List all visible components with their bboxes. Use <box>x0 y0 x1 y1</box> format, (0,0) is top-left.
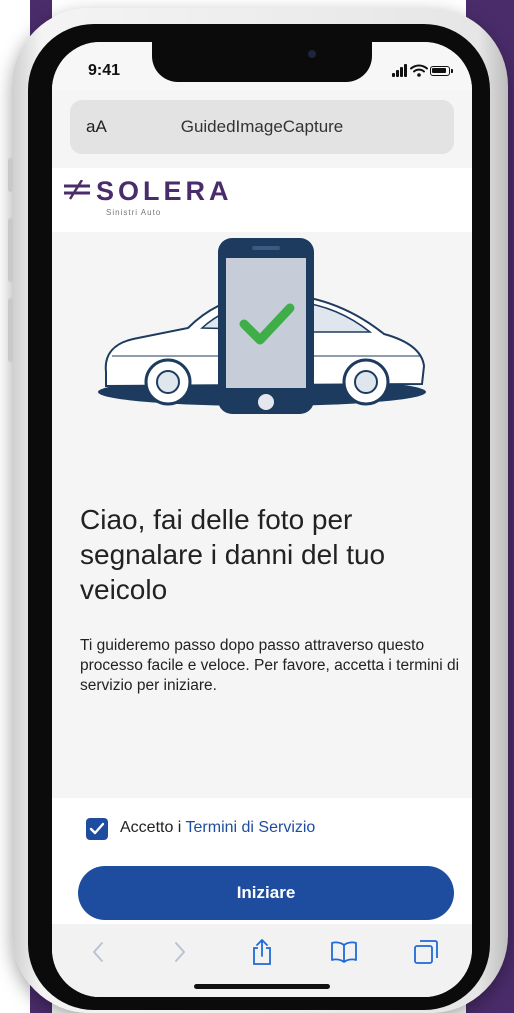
status-time: 9:41 <box>88 62 121 79</box>
checkmark-icon <box>89 822 105 835</box>
side-button <box>8 158 13 192</box>
logo-subtitle: Sinistri Auto <box>106 208 162 217</box>
forward-button[interactable] <box>164 936 196 968</box>
camera-dot <box>308 50 316 58</box>
browser-toolbar <box>52 924 472 980</box>
solera-logo-icon <box>64 180 90 200</box>
terms-checkbox[interactable] <box>86 818 108 840</box>
forward-icon <box>175 942 185 962</box>
cta-section: Iniziare <box>52 864 472 924</box>
headline: Ciao, fai delle foto per segnalare i dan… <box>80 504 386 605</box>
share-button[interactable] <box>246 936 278 968</box>
phone-screen: 9:41 aA GuidedImageCapture SOLERA Sinist… <box>52 42 472 997</box>
terms-link[interactable]: Termini di Servizio <box>186 819 316 836</box>
logo-wordmark: SOLERA <box>96 176 233 206</box>
tabs-button[interactable] <box>410 936 442 968</box>
bookmarks-icon <box>331 941 357 963</box>
terms-section: Accetto i Termini di Servizio <box>52 798 472 864</box>
share-icon <box>253 939 271 965</box>
start-button[interactable]: Iniziare <box>78 866 454 920</box>
terms-label: Accetto i Termini di Servizio <box>120 819 315 837</box>
address-bar[interactable]: aA GuidedImageCapture <box>70 100 454 154</box>
side-button <box>8 218 13 282</box>
terms-prefix: Accetto i <box>120 819 186 836</box>
signal-icon <box>392 64 408 77</box>
description: Ti guideremo passo dopo passo attraverso… <box>80 637 460 694</box>
wifi-icon <box>410 64 428 77</box>
header: SOLERA Sinistri Auto <box>52 168 472 232</box>
back-button[interactable] <box>82 936 114 968</box>
home-indicator[interactable] <box>194 984 330 989</box>
page-content: SOLERA Sinistri Auto Ciao, fai delle fot… <box>52 168 472 798</box>
tabs-icon <box>414 940 438 964</box>
home-bar-area <box>52 980 472 997</box>
hero-illustration <box>98 238 426 414</box>
side-button <box>8 298 13 362</box>
page-title: GuidedImageCapture <box>180 117 344 136</box>
battery-icon <box>430 66 450 76</box>
notch <box>152 42 372 82</box>
back-icon <box>93 942 103 962</box>
bookmarks-button[interactable] <box>328 936 360 968</box>
status-icons <box>392 64 456 78</box>
status-bar: 9:41 <box>52 42 472 90</box>
